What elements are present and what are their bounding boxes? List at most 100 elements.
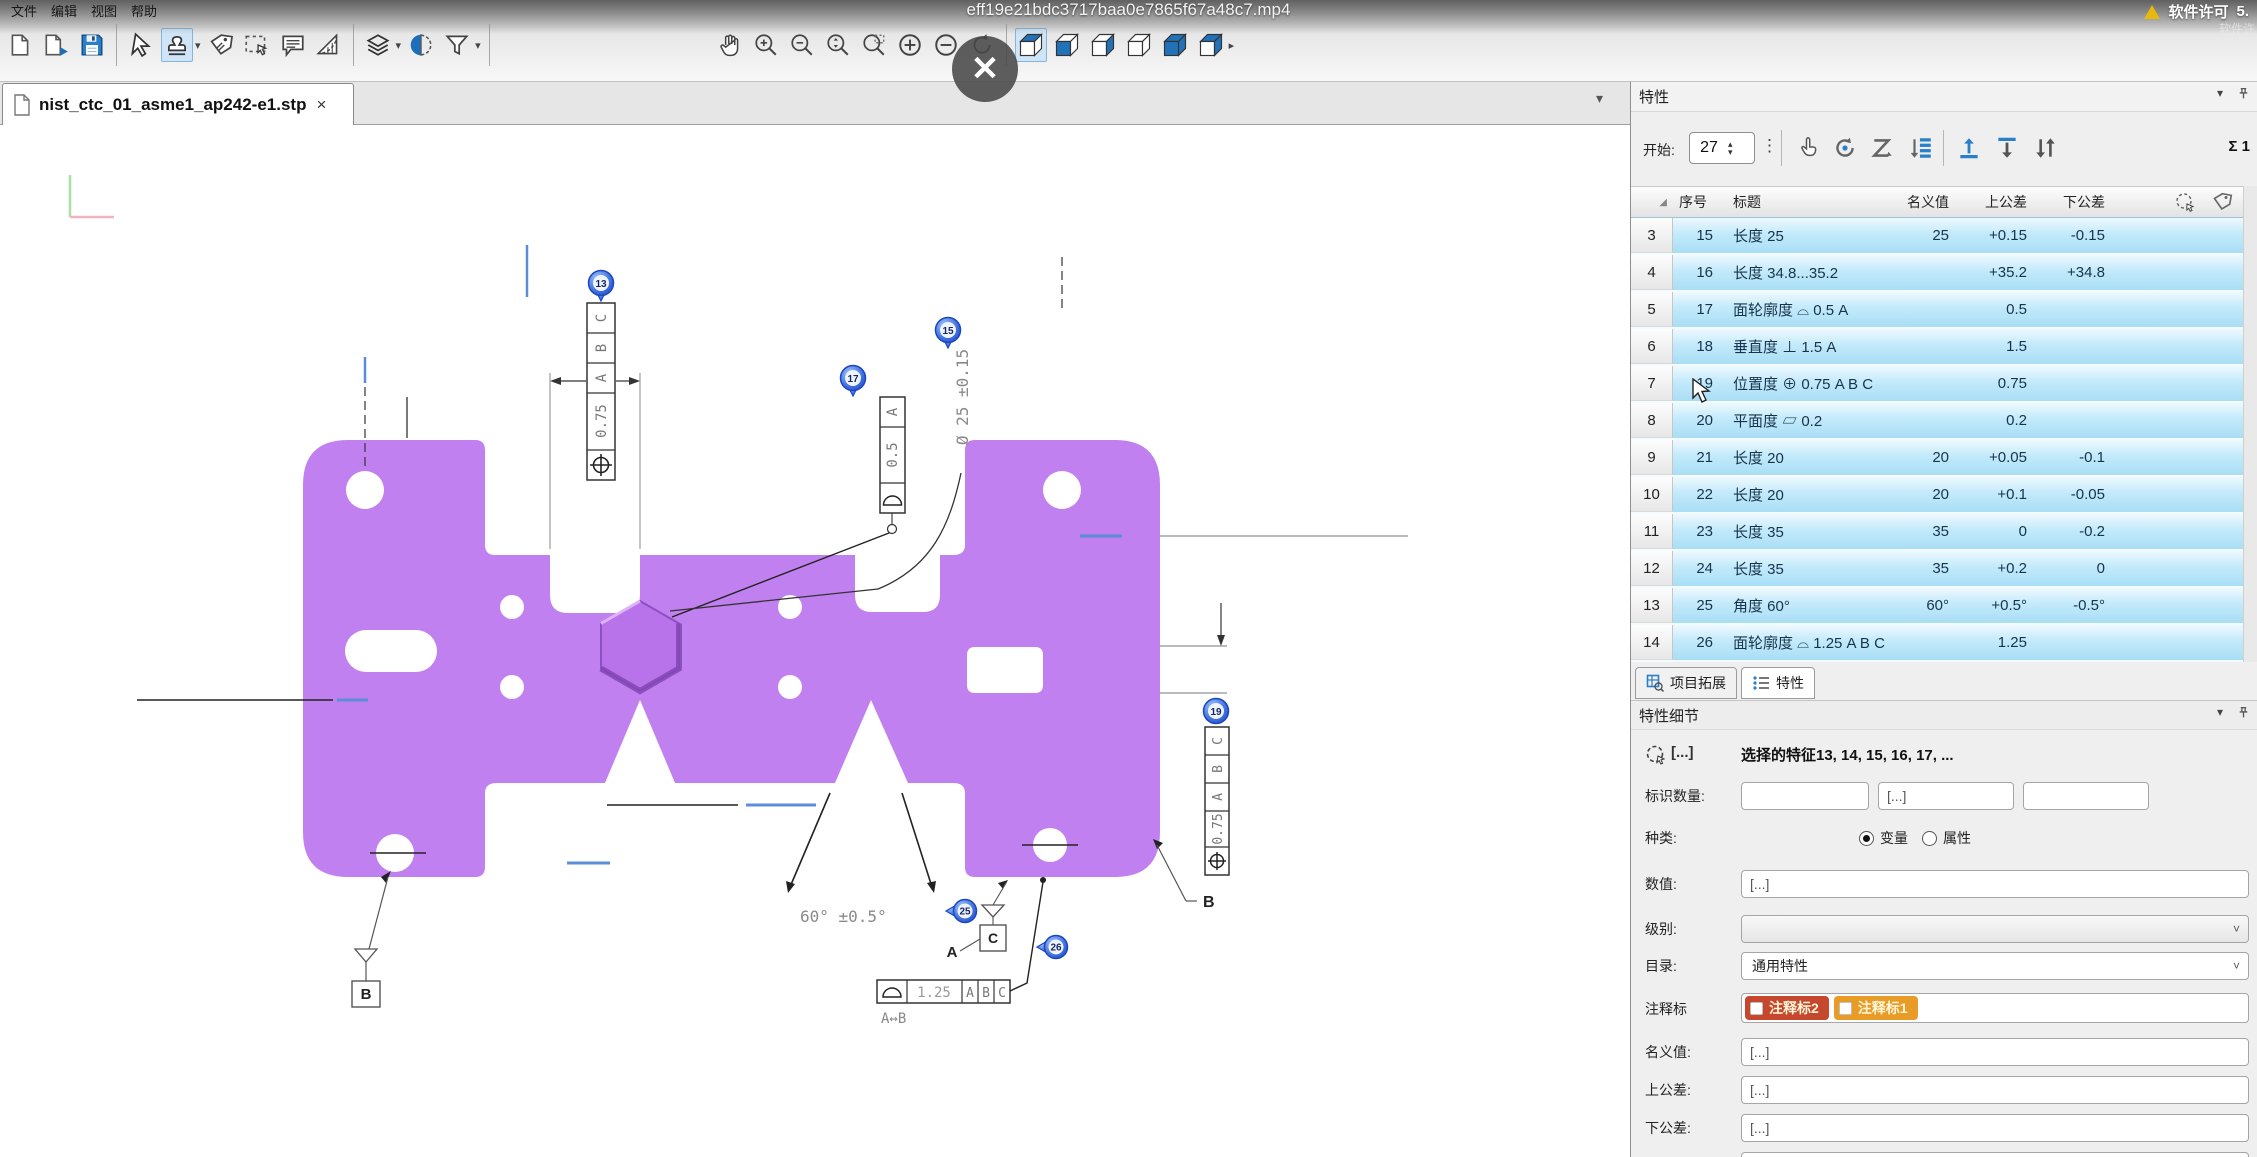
- table-row[interactable]: 820平面度 ▱ 0.20.2: [1631, 403, 2257, 440]
- views-dropdown-caret[interactable]: ▸: [1229, 39, 1235, 52]
- start-spinner[interactable]: ▴▾: [1689, 132, 1755, 164]
- upper-input[interactable]: [1741, 1076, 2249, 1104]
- balloon-25[interactable]: 25: [946, 900, 977, 923]
- model-viewport[interactable]: C B A 0.75 13: [0, 125, 1630, 1157]
- column-upper[interactable]: 上公差: [1957, 192, 2035, 212]
- fcf-profile-bottom[interactable]: 1.25 A B C A↔B 26: [877, 877, 1068, 1027]
- table-row[interactable]: 1123长度 35350-0.2: [1631, 514, 2257, 551]
- license-indicator[interactable]: 软件许可 5.: [2144, 1, 2249, 22]
- panel-bottom-tabs: 项目拓展 特性: [1635, 667, 1815, 701]
- id-quantity-input-3[interactable]: [2023, 782, 2149, 810]
- zoom-window-icon: [861, 32, 887, 58]
- pick-tool-button[interactable]: [1793, 132, 1825, 164]
- document-tab[interactable]: nist_ctc_01_asme1_ap242-e1.stp ×: [2, 83, 354, 125]
- table-row[interactable]: 719位置度 ⊕ 0.75 A B C0.75: [1631, 366, 2257, 403]
- datum-b[interactable]: B: [352, 871, 391, 1007]
- tab-close-icon[interactable]: ×: [316, 95, 326, 115]
- layers-dropdown-caret[interactable]: ▾: [396, 39, 402, 52]
- table-row[interactable]: 1224长度 3535+0.20: [1631, 551, 2257, 588]
- drawing-canvas: C B A 0.75 13: [0, 125, 1630, 1157]
- table-corner-icon[interactable]: ◢: [1631, 197, 1673, 208]
- partial-input[interactable]: [1741, 1152, 2249, 1157]
- zigzag-order-button[interactable]: [1867, 132, 1899, 164]
- pan-hand-icon: [717, 32, 743, 58]
- table-header[interactable]: ◢ 序号 标题 名义值 上公差 下公差: [1631, 186, 2257, 218]
- table-row[interactable]: 1325角度 60°60°+0.5°-0.5°: [1631, 588, 2257, 625]
- spinner-menu-icon[interactable]: ⋮: [1761, 136, 1778, 156]
- details-panel-header[interactable]: 特性细节 ▾: [1631, 700, 2257, 730]
- value-input[interactable]: [1741, 870, 2249, 898]
- lasso-select-icon: [2174, 191, 2196, 213]
- swap-order-button[interactable]: [2029, 132, 2061, 164]
- filter-dropdown-caret[interactable]: ▾: [475, 39, 481, 52]
- note-badge-1[interactable]: 注释标1: [1834, 996, 1918, 1020]
- video-close-button[interactable]: ✕: [952, 36, 1018, 102]
- column-nominal[interactable]: 名义值: [1895, 192, 1957, 212]
- select-features-button[interactable]: [2171, 189, 2199, 215]
- tag-filter-button[interactable]: [2209, 189, 2237, 215]
- pin-icon[interactable]: [2237, 706, 2250, 719]
- note-badge-2[interactable]: 注释标2: [1745, 996, 1829, 1020]
- radio-attribute-label[interactable]: 属性: [1943, 830, 1971, 846]
- move-to-bottom-button[interactable]: [1991, 132, 2023, 164]
- selection-ellipsis[interactable]: [...]: [1671, 744, 1694, 761]
- tab-properties[interactable]: 特性: [1741, 667, 1815, 699]
- table-cell: 5: [1631, 292, 1673, 327]
- balloon-number: 19: [1210, 707, 1222, 718]
- table-cell: 9: [1631, 440, 1673, 475]
- properties-panel-header[interactable]: 特性 ▾: [1631, 82, 2257, 112]
- note-label: 注释标: [1645, 999, 1687, 1019]
- checkbox-icon[interactable]: [1750, 1002, 1763, 1015]
- refresh-selection-button[interactable]: [1829, 132, 1861, 164]
- tab-project-explorer[interactable]: 项目拓展: [1635, 667, 1737, 699]
- radio-attribute[interactable]: [1922, 831, 1937, 846]
- catalog-label: 目录:: [1645, 956, 1677, 976]
- level-dropdown[interactable]: ˅: [1741, 915, 2249, 943]
- table-cell: 24: [1673, 560, 1725, 577]
- checkbox-icon[interactable]: [1839, 1002, 1852, 1015]
- radio-variable[interactable]: [1859, 831, 1874, 846]
- table-cell: 面轮廓度 ⌓ 0.5 A: [1725, 299, 1895, 320]
- column-title[interactable]: 标题: [1725, 192, 1895, 212]
- table-row[interactable]: 1426面轮廓度 ⌓ 1.25 A B C1.25: [1631, 625, 2257, 662]
- spin-down-icon[interactable]: ▾: [1728, 148, 1733, 156]
- radio-variable-label[interactable]: 变量: [1880, 830, 1908, 846]
- nominal-input[interactable]: [1741, 1038, 2249, 1066]
- table-scrollbar[interactable]: [2243, 186, 2257, 662]
- properties-list-icon: [1752, 674, 1770, 692]
- details-collapse-caret[interactable]: ▾: [2217, 705, 2223, 719]
- table-row[interactable]: 1022长度 2020+0.1-0.05: [1631, 477, 2257, 514]
- balloon-15[interactable]: 15: [936, 318, 961, 349]
- list-sort-button[interactable]: [1905, 132, 1937, 164]
- column-lower[interactable]: 下公差: [2035, 192, 2113, 212]
- part-shape[interactable]: [303, 440, 1160, 877]
- angle-dimension[interactable]: 60° ±0.5° 25: [786, 793, 977, 926]
- table-row[interactable]: 618垂直度 ⊥ 1.5 A1.5: [1631, 329, 2257, 366]
- lower-label: 下公差:: [1645, 1118, 1691, 1138]
- catalog-dropdown[interactable]: 通用特性 ˅: [1741, 952, 2249, 980]
- move-to-top-button[interactable]: [1953, 132, 1985, 164]
- fcf-position-right[interactable]: C B A 0.75 19: [1204, 699, 1230, 876]
- table-row[interactable]: 416长度 34.8...35.2+35.2+34.8: [1631, 255, 2257, 292]
- tabbar-overflow-caret[interactable]: ▾: [1596, 90, 1603, 107]
- tag-tool-icon: [208, 32, 234, 58]
- panel-collapse-caret[interactable]: ▾: [2217, 86, 2223, 100]
- id-quantity-input-2[interactable]: [1878, 782, 2014, 810]
- balloon-13[interactable]: 13: [589, 271, 614, 302]
- table-row[interactable]: 315长度 2525+0.15-0.15: [1631, 218, 2257, 255]
- table-row[interactable]: 921长度 2020+0.05-0.1: [1631, 440, 2257, 477]
- pin-icon[interactable]: [2237, 87, 2250, 100]
- toolbar-separator: [1943, 130, 1944, 166]
- table-row[interactable]: 517面轮廓度 ⌓ 0.5 A0.5: [1631, 292, 2257, 329]
- balloon-26[interactable]: 26: [1037, 936, 1068, 959]
- start-input[interactable]: [1690, 139, 1728, 157]
- balloon-19[interactable]: 19: [1204, 699, 1229, 724]
- stamp-dropdown-caret[interactable]: ▾: [195, 39, 201, 52]
- balloon-17[interactable]: 17: [841, 366, 866, 397]
- id-quantity-input-1[interactable]: [1741, 782, 1869, 810]
- lower-input[interactable]: [1741, 1114, 2249, 1142]
- column-seq[interactable]: 序号: [1673, 192, 1725, 212]
- datum-c[interactable]: C A: [947, 880, 1008, 961]
- fcf-position-top[interactable]: C B A 0.75 13: [550, 271, 640, 550]
- details-panel: 特性细节 ▾ [...] 选择的特征13, 14, 15, 16, 17, ..…: [1631, 700, 2257, 1157]
